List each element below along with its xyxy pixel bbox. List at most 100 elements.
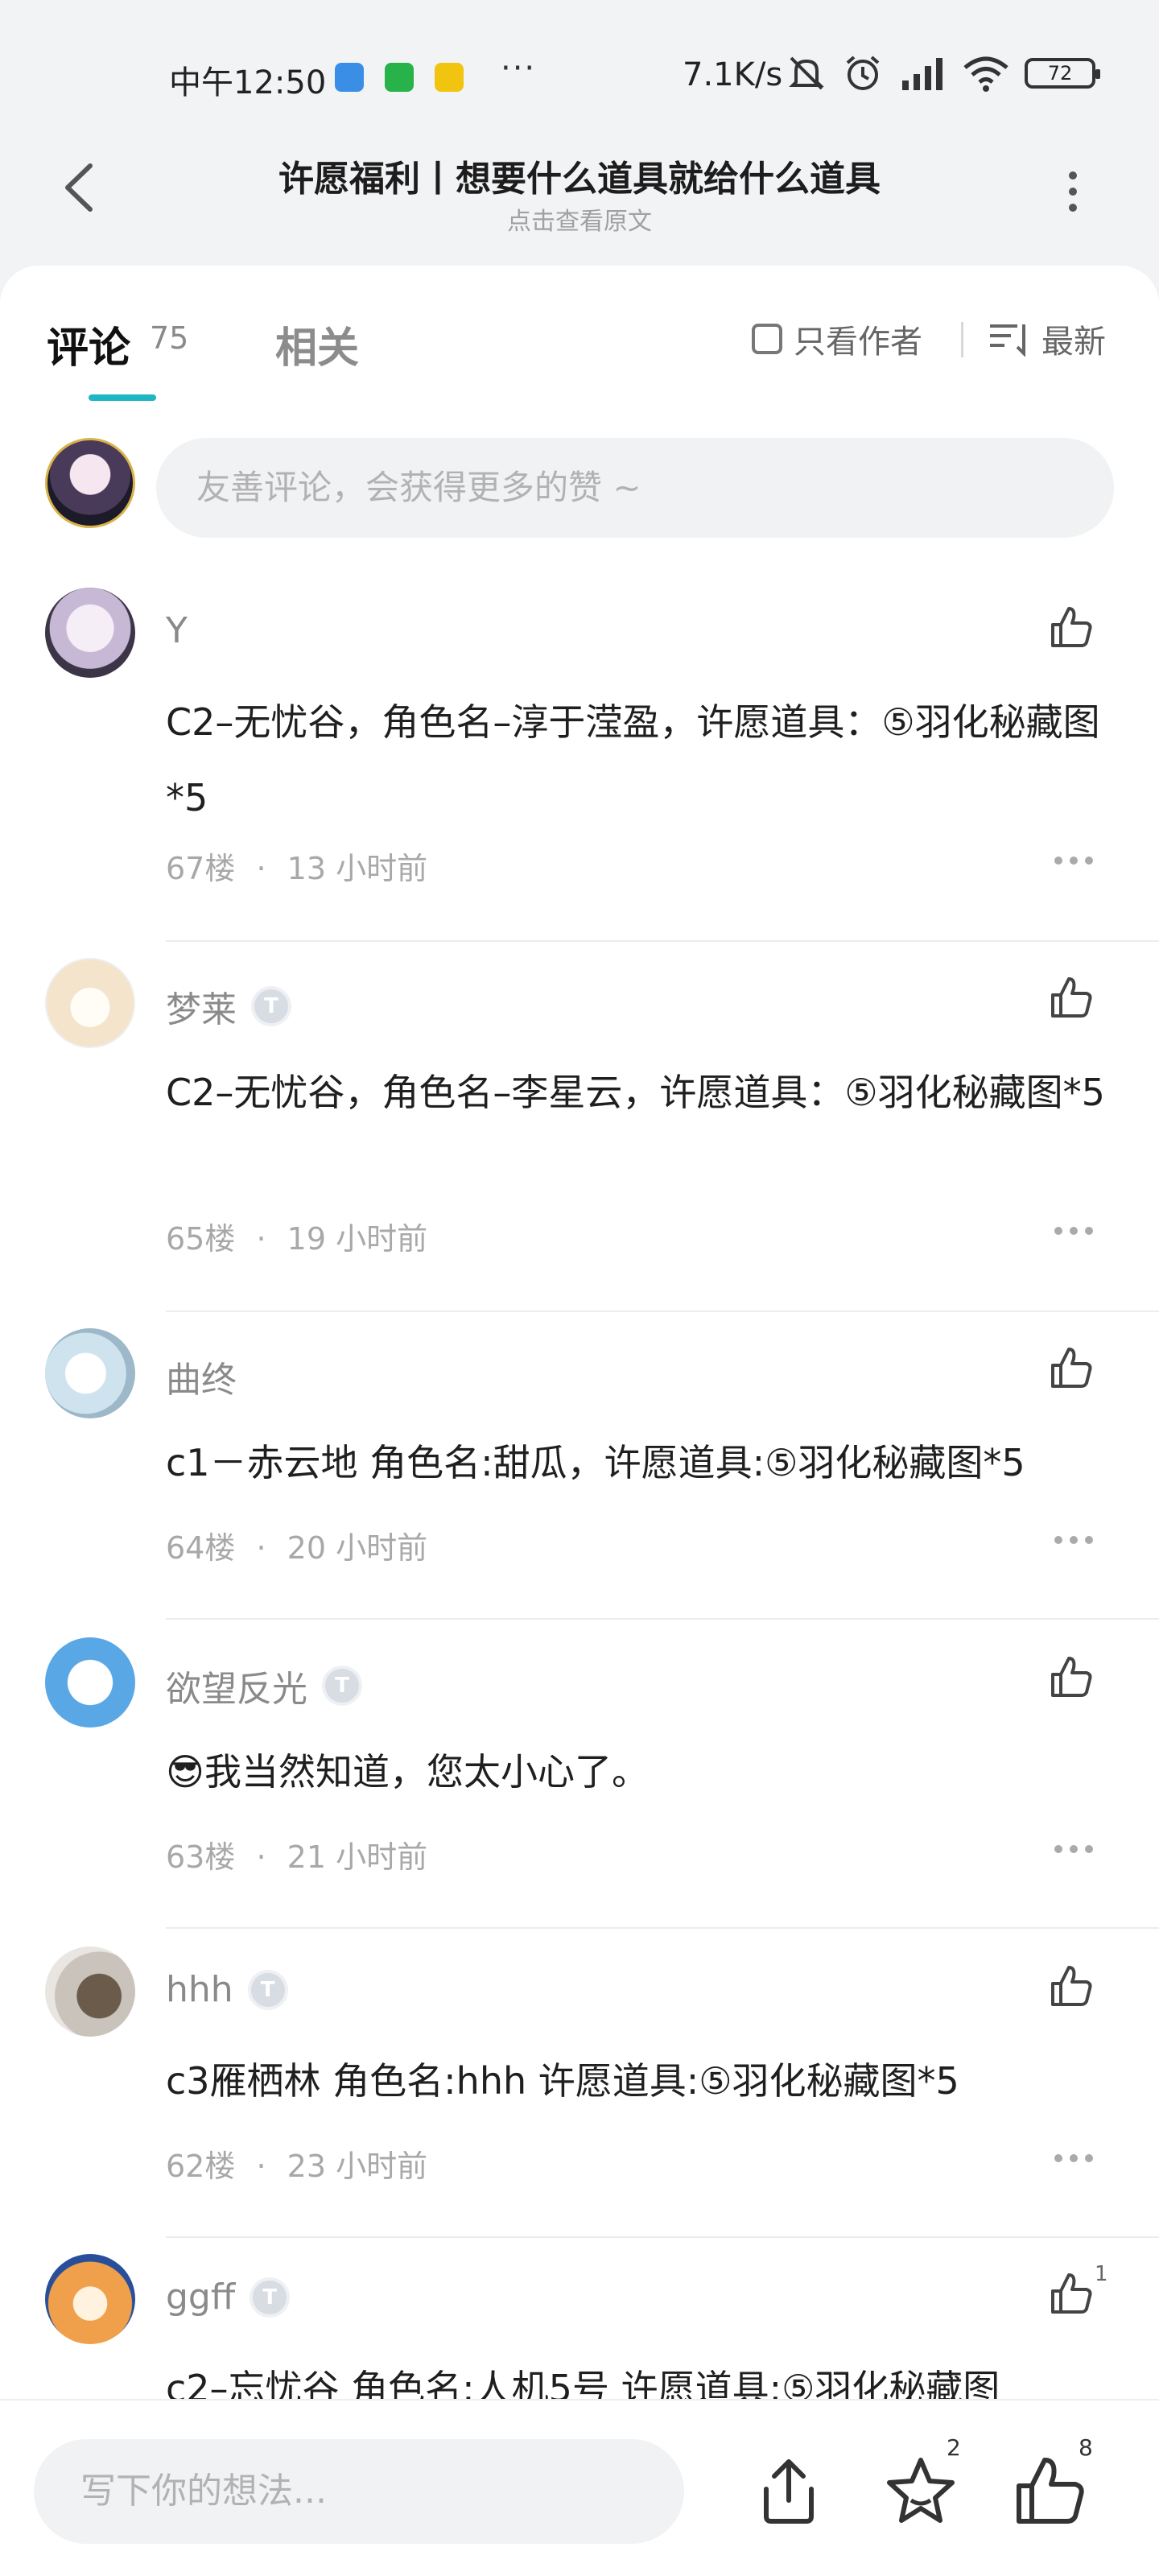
news-notification-icon xyxy=(435,63,464,92)
comment-input[interactable]: 友善评论，会获得更多的赞 ~ xyxy=(156,438,1114,538)
author-name: 欲望反光 xyxy=(166,1669,307,1710)
comment-floor: 64楼 xyxy=(166,1530,236,1566)
avatar[interactable] xyxy=(45,958,135,1048)
meta-separator: · xyxy=(256,2149,266,2184)
star-icon[interactable] xyxy=(882,2452,959,2529)
avatar[interactable] xyxy=(45,1637,135,1728)
favorite-count: 2 xyxy=(947,2434,961,2461)
tab-comments[interactable]: 评论 xyxy=(47,314,130,374)
more-horizontal-icon[interactable] xyxy=(1053,1225,1095,1236)
comment-item: 欲望反光 T 😎我当然知道，您太小心了。 63楼 · 21 小时前 xyxy=(0,1637,1159,1943)
status-bar: 中午12:50 ··· 7.1K/s 72 xyxy=(0,0,1159,153)
comment-floor: 65楼 xyxy=(166,1221,236,1257)
alarm-icon xyxy=(846,56,880,90)
signal-icon xyxy=(902,58,942,90)
comment-time: 21 小时前 xyxy=(287,1839,428,1875)
comment-author[interactable]: 曲终 xyxy=(166,1351,237,1402)
row-divider xyxy=(166,1618,1159,1620)
comment-item: hhh T c3雁栖林 角色名:hhh 许愿道具:⑤羽化秘藏图*5 62楼 · 2… xyxy=(0,1946,1159,2252)
sort-label: 最新 xyxy=(1041,324,1106,361)
row-divider xyxy=(166,1927,1159,1929)
row-divider xyxy=(166,940,1159,942)
author-only-label: 只看作者 xyxy=(794,324,922,361)
comment-meta: 62楼 · 23 小时前 xyxy=(166,2141,427,2186)
comment-item: 曲终 c1－赤云地 角色名:甜瓜，许愿道具:⑤羽化秘藏图*5 64楼 · 20 … xyxy=(0,1328,1159,1634)
comment-item: 梦莱 T C2–无忧谷，角色名–李星云，许愿道具：⑤羽化秘藏图*5 65楼 · 1… xyxy=(0,958,1159,1336)
row-divider xyxy=(166,2236,1159,2238)
wechat-notification-icon xyxy=(385,63,414,92)
more-horizontal-icon[interactable] xyxy=(1053,1534,1095,1546)
level-badge: T xyxy=(251,986,291,1026)
wifi-icon xyxy=(963,56,1008,92)
comment-text: c2–忘忧谷 角色名:人机5号 许愿道具:⑤羽化秘藏图 xyxy=(166,2367,1000,2399)
more-horizontal-icon[interactable] xyxy=(1053,1843,1095,1855)
comment-time: 23 小时前 xyxy=(287,2149,428,2184)
net-speed: 7.1K/s xyxy=(683,56,783,93)
author-name: hhh xyxy=(166,1969,233,2010)
like-count: 8 xyxy=(1079,2434,1093,2461)
author-name: 曲终 xyxy=(166,1360,237,1401)
comment-author[interactable]: hhh T xyxy=(166,1969,288,2010)
more-horizontal-icon[interactable] xyxy=(1053,2153,1095,2164)
checkbox-icon[interactable] xyxy=(752,324,782,354)
status-icons: 72 xyxy=(785,53,1100,93)
comment-time: 19 小时前 xyxy=(287,1221,428,1257)
comment-author[interactable]: 梦莱 T xyxy=(166,980,291,1032)
comment-item: ggff T 1 c2–忘忧谷 角色名:人机5号 许愿道具:⑤羽化秘藏图 xyxy=(0,2254,1159,2399)
comment-floor: 63楼 xyxy=(166,1839,236,1875)
thumbs-up-icon[interactable] xyxy=(1048,1963,1095,2009)
thumbs-up-icon[interactable] xyxy=(1048,1344,1095,1391)
comment-meta: 64楼 · 20 小时前 xyxy=(166,1523,427,1567)
comment-floor: 67楼 xyxy=(166,851,236,886)
status-more-dots: ··· xyxy=(501,50,537,87)
comment-time: 13 小时前 xyxy=(287,851,428,886)
avatar[interactable] xyxy=(45,2254,135,2344)
sort-button[interactable]: 最新 xyxy=(988,316,1106,362)
avatar[interactable] xyxy=(45,588,135,678)
more-horizontal-icon[interactable] xyxy=(1053,855,1095,866)
meta-separator: · xyxy=(256,1839,266,1875)
view-original-link[interactable]: 点击查看原文 xyxy=(0,201,1159,237)
comment-author[interactable]: 欲望反光 T xyxy=(166,1660,362,1711)
reply-input[interactable]: 写下你的想法... xyxy=(34,2439,684,2544)
thumbs-up-icon[interactable] xyxy=(1048,1653,1095,1700)
my-avatar[interactable] xyxy=(45,438,135,528)
thumbs-up-icon[interactable] xyxy=(1048,974,1095,1021)
avatar[interactable] xyxy=(45,1946,135,2037)
comment-floor: 62楼 xyxy=(166,2149,236,2184)
comment-author[interactable]: Y xyxy=(166,610,188,651)
comments-count: 75 xyxy=(150,320,189,356)
like-count: 1 xyxy=(1095,2262,1108,2286)
thumbs-up-icon[interactable] xyxy=(1011,2452,1088,2529)
thumbs-up-icon[interactable] xyxy=(1048,2270,1095,2317)
thumbs-up-icon[interactable] xyxy=(1048,604,1095,650)
page-title[interactable]: 许愿福利丨想要什么道具就给什么道具 xyxy=(0,150,1159,201)
comment-text: c1－赤云地 角色名:甜瓜，许愿道具:⑤羽化秘藏图*5 xyxy=(166,1441,1025,1484)
comment-meta: 67楼 · 13 小时前 xyxy=(166,844,427,888)
status-time: 中午12:50 xyxy=(169,64,327,101)
avatar[interactable] xyxy=(45,1328,135,1418)
tab-related[interactable]: 相关 xyxy=(275,314,359,374)
meta-separator: · xyxy=(256,851,266,886)
active-tab-indicator xyxy=(89,394,156,401)
comment-meta: 63楼 · 21 小时前 xyxy=(166,1832,427,1876)
vertical-more-icon[interactable] xyxy=(1061,167,1085,216)
row-divider xyxy=(166,1311,1159,1312)
level-badge: T xyxy=(247,1969,288,2010)
author-name: ggff xyxy=(166,2277,236,2318)
divider xyxy=(961,322,963,357)
comment-meta: 65楼 · 19 小时前 xyxy=(166,1214,427,1258)
meta-separator: · xyxy=(256,1530,266,1566)
comment-text: c3雁栖林 角色名:hhh 许愿道具:⑤羽化秘藏图*5 xyxy=(166,2059,959,2103)
level-badge: T xyxy=(322,1666,362,1706)
comment-author[interactable]: ggff T xyxy=(166,2277,291,2318)
author-only-toggle[interactable]: 只看作者 xyxy=(752,316,922,362)
comment-text: C2–无忧谷，角色名–淳于滢盈，许愿道具：⑤羽化秘藏图*5 xyxy=(166,700,1100,819)
mute-icon xyxy=(789,56,824,90)
comment-time: 20 小时前 xyxy=(287,1530,428,1566)
share-icon[interactable] xyxy=(750,2452,827,2529)
sort-icon xyxy=(990,324,1025,357)
app-notification-icon xyxy=(335,63,364,92)
battery-icon: 72 xyxy=(1025,58,1100,89)
comment-text: 😎我当然知道，您太小心了。 xyxy=(166,1750,649,1794)
